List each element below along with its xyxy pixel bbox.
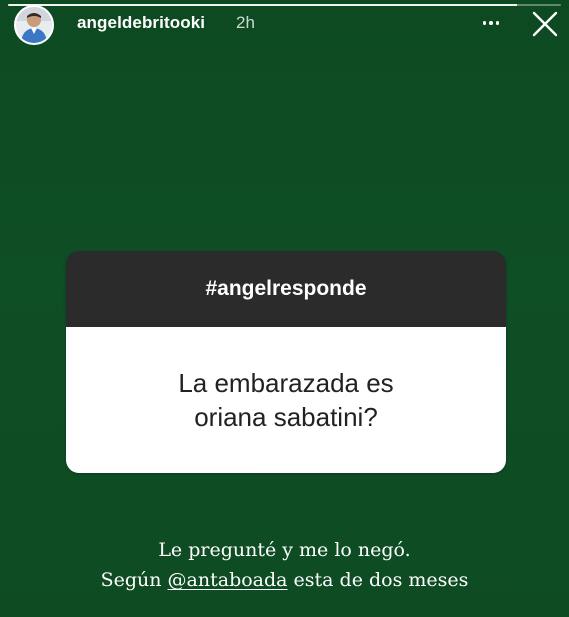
- close-icon: [532, 11, 558, 37]
- question-text: La embarazada es oriana sabatini?: [178, 368, 394, 432]
- question-sticker-header: #angelresponde: [66, 251, 506, 327]
- caption-line-2: Según @antaboada esta de dos meses: [0, 569, 569, 591]
- question-sticker-body: La embarazada es oriana sabatini?: [66, 327, 506, 473]
- mention-link[interactable]: @antaboada: [168, 569, 288, 591]
- username[interactable]: angeldebritooki: [77, 13, 205, 33]
- more-horizontal-icon: [482, 21, 487, 25]
- caption-line-1: Le pregunté y me lo negó.: [0, 539, 569, 561]
- more-dot: [489, 21, 493, 25]
- question-sticker: #angelresponde La embarazada es oriana s…: [66, 251, 506, 473]
- story-progress-fill: [8, 4, 517, 6]
- question-hashtag: #angelresponde: [205, 277, 367, 300]
- caption-line-2-suffix: esta de dos meses: [287, 569, 469, 591]
- caption-line-2-prefix: Según: [100, 569, 168, 591]
- post-time: 2h: [236, 13, 255, 32]
- more-options-button[interactable]: [475, 6, 507, 40]
- caption-line-1-text: Le pregunté y me lo negó.: [158, 539, 411, 561]
- close-button[interactable]: [530, 9, 560, 39]
- more-dot: [495, 21, 500, 25]
- avatar[interactable]: [14, 5, 54, 45]
- avatar-photo: [16, 7, 52, 43]
- story-view[interactable]: angeldebritooki 2h #angelresponde La emb…: [0, 0, 569, 617]
